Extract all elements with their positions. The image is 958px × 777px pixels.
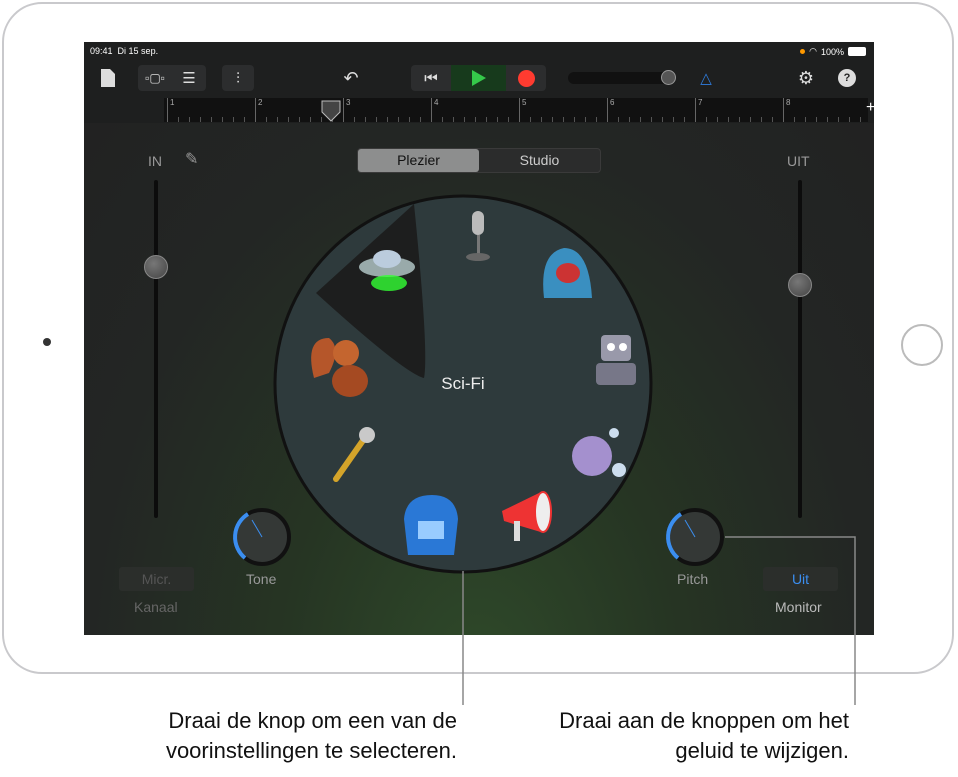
knobs-callout: Draai aan de knoppen om het geluid te wi… bbox=[559, 708, 849, 763]
callout-lines bbox=[462, 536, 856, 705]
dial-callout: Draai de knop om een van de voorinstelli… bbox=[165, 708, 457, 763]
